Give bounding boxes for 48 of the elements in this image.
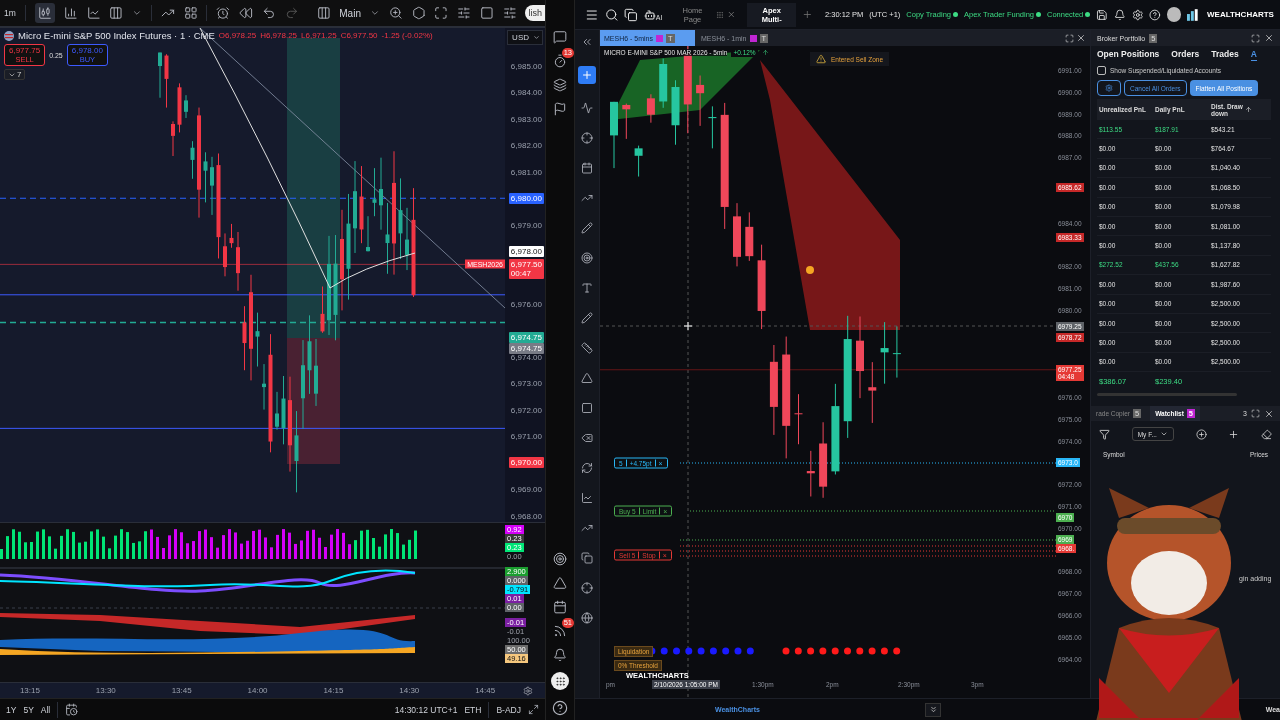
- high-value: H6,978.25: [260, 31, 298, 40]
- layout-selector[interactable]: Main: [339, 7, 361, 19]
- change-value: -1.25 (-0.02%): [381, 31, 433, 40]
- price-label: 6,982.00: [510, 140, 542, 150]
- symbol-title: Micro E-mini S&P 500 Index Futures · 1 · CME: [18, 30, 215, 41]
- price-label: 6,985.00: [510, 61, 542, 71]
- portfolio-tab[interactable]: A: [1250, 49, 1257, 61]
- open-value: O6,978.25: [218, 31, 257, 40]
- time-label: 14:45: [474, 686, 497, 695]
- price-label: 6,974.00: [510, 352, 542, 362]
- price-label: 6,984.00: [510, 87, 542, 97]
- range-button[interactable]: 5Y: [23, 704, 34, 715]
- range-button[interactable]: All: [40, 704, 51, 715]
- range-button[interactable]: 1Y: [6, 704, 17, 715]
- low-value: L6,971.25: [301, 31, 337, 40]
- currency-selector[interactable]: USD: [507, 30, 543, 45]
- interval-button[interactable]: 1m: [4, 8, 16, 18]
- price-label: 6,969.00: [510, 484, 542, 494]
- price-label: 6,971.00: [510, 431, 542, 441]
- time-label: 14:15: [322, 686, 345, 695]
- price-badge: 6,974.75: [508, 331, 544, 343]
- price-badge: 6,980.00: [508, 192, 544, 204]
- price-label: 6,983.00: [510, 114, 542, 124]
- publish-button[interactable]: lish: [525, 5, 545, 21]
- price-badge: 6,974.75: [508, 342, 544, 354]
- adjust-button[interactable]: B-ADJ: [496, 704, 521, 715]
- time-label: 14:30: [398, 686, 421, 695]
- price-label: 6,979.00: [510, 220, 542, 230]
- collapse-button[interactable]: 7: [4, 69, 26, 80]
- portfolio-tab[interactable]: Trades: [1211, 49, 1239, 61]
- close-value: C6,977.50: [340, 31, 378, 40]
- price-label: 6,981.00: [510, 167, 542, 177]
- price-label: 6,968.00: [510, 511, 542, 521]
- price-label: 6,973.00: [510, 378, 542, 388]
- price-label: 6,976.00: [510, 299, 542, 309]
- time-label: 13:45: [170, 686, 193, 695]
- price-badge: 6,978.00: [508, 245, 544, 257]
- portfolio-tab[interactable]: Open Positions: [1097, 49, 1160, 61]
- price-badge: 6,977.50 00:47: [508, 258, 544, 279]
- clock-text: 14:30:12 UTC+1: [394, 704, 458, 715]
- time-label: 13:15: [18, 686, 41, 695]
- price-badge: 6,970.00: [508, 457, 544, 469]
- brand-name: WEALTHCHARTS: [1207, 10, 1274, 19]
- session-button[interactable]: ETH: [464, 704, 482, 715]
- time-label: 13:30: [94, 686, 117, 695]
- time-label: 14:00: [246, 686, 269, 695]
- portfolio-tab[interactable]: Orders: [1171, 49, 1200, 61]
- price-label: 6,972.00: [510, 405, 542, 415]
